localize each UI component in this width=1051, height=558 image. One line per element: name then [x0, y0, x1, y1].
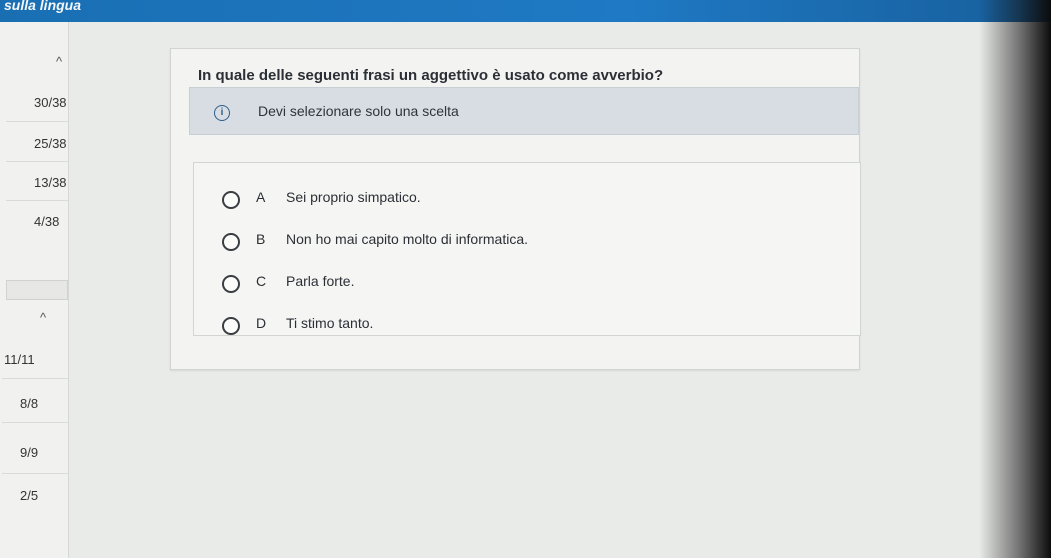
chevron-up-icon[interactable]: ^: [40, 310, 46, 325]
option-text: Ti stimo tanto.: [286, 315, 374, 331]
option-text: Non ho mai capito molto di informatica.: [286, 231, 528, 247]
radio-button[interactable]: [222, 191, 240, 209]
screen-edge-shadow: [979, 0, 1051, 558]
option-c[interactable]: C Parla forte.: [194, 269, 834, 299]
section-score[interactable]: 8/8: [20, 396, 38, 411]
section-score[interactable]: 13/38: [34, 175, 67, 190]
question-card: In quale delle seguenti frasi un aggetti…: [170, 48, 861, 370]
info-text: Devi selezionare solo una scelta: [258, 103, 459, 119]
option-b[interactable]: B Non ho mai capito molto di informatica…: [194, 227, 834, 257]
divider: [2, 473, 68, 474]
info-icon: i: [214, 105, 230, 121]
options-list: A Sei proprio simpatico. B Non ho mai ca…: [193, 162, 861, 336]
option-d[interactable]: D Ti stimo tanto.: [194, 311, 834, 341]
option-text: Sei proprio simpatico.: [286, 189, 421, 205]
question-text: In quale delle seguenti frasi un aggetti…: [198, 67, 664, 84]
option-text: Parla forte.: [286, 273, 355, 289]
page-title: sulla lingua: [4, 0, 82, 13]
section-score[interactable]: 11/11: [4, 352, 35, 367]
divider: [6, 200, 68, 201]
progress-bar: [6, 280, 68, 300]
option-letter: A: [256, 189, 266, 205]
divider: [6, 161, 68, 162]
option-letter: C: [256, 273, 267, 289]
divider: [6, 121, 68, 122]
radio-button[interactable]: [222, 317, 240, 335]
section-score[interactable]: 30/38: [34, 95, 67, 110]
section-score[interactable]: 2/5: [20, 488, 38, 503]
radio-button[interactable]: [222, 233, 240, 251]
divider: [2, 422, 68, 423]
top-bar: sulla lingua: [0, 0, 1051, 22]
chevron-up-icon[interactable]: ^: [56, 54, 62, 69]
option-letter: D: [256, 315, 267, 331]
option-a[interactable]: A Sei proprio simpatico.: [194, 185, 834, 215]
section-score[interactable]: 25/38: [34, 136, 67, 151]
divider: [2, 378, 68, 379]
section-score[interactable]: 4/38: [34, 214, 59, 229]
info-banner: i Devi selezionare solo una scelta: [189, 87, 859, 135]
option-letter: B: [256, 231, 266, 247]
sidebar: ^ 30/38 25/38 13/38 4/38 ^ 11/11 8/8 9/9…: [0, 22, 69, 558]
section-score[interactable]: 9/9: [20, 445, 38, 460]
radio-button[interactable]: [222, 275, 240, 293]
